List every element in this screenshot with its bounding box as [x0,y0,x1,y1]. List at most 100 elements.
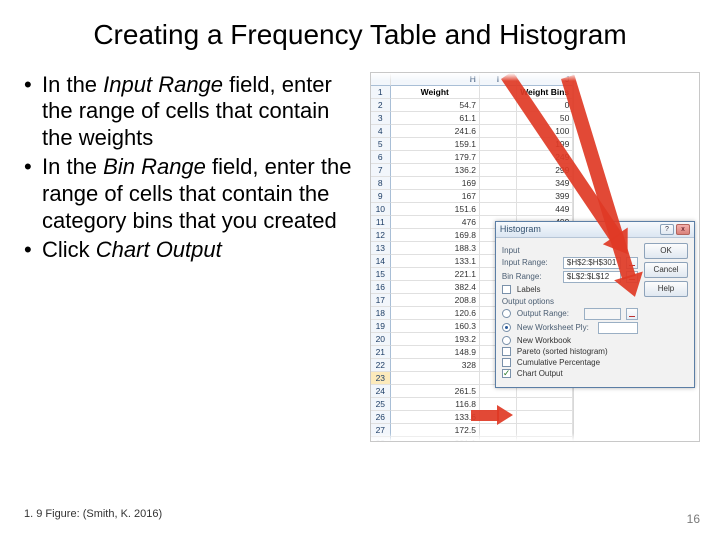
cell: 261.5 [391,385,480,398]
table-row: 7136.2299 [371,164,573,177]
cell: 148.9 [391,346,480,359]
cell [517,398,573,411]
row-header: 21 [371,346,391,359]
row-header: 19 [371,320,391,333]
cell: 349 [517,177,573,190]
row-header: 17 [371,294,391,307]
pareto-field: Pareto (sorted histogram) [502,347,638,356]
row-header: 25 [371,398,391,411]
cell: 399 [517,190,573,203]
cell: 241.6 [391,125,480,138]
row-header: 12 [371,229,391,242]
figure-caption: 1. 9 Figure: (Smith, K. 2016) [24,508,162,520]
cell: 54.7 [391,99,480,112]
cell: 133.6 [391,411,480,424]
dialog-titlebar: Histogram ? x [496,222,694,238]
cell [480,190,517,203]
histogram-dialog: Histogram ? x Input Input Range: $H$2:$H… [495,221,695,388]
cell: 382.4 [391,281,480,294]
range-picker-icon[interactable] [626,308,638,320]
bullet-item: In the Bin Range field, enter the range … [24,154,360,234]
content-row: In the Input Range field, enter the rang… [0,58,720,442]
table-row: 254.70 [371,99,573,112]
cancel-button[interactable]: Cancel [644,262,688,278]
row-header: 6 [371,151,391,164]
input-range-label: Input Range: [502,258,560,267]
row-header: 3 [371,112,391,125]
bullet-item: In the Input Range field, enter the rang… [24,72,360,152]
dialog-right-col: OK Cancel Help [644,243,688,380]
new-worksheet-textbox[interactable] [598,322,638,334]
cell [517,411,573,424]
bullet-text: In the [42,154,103,179]
figure-screenshot: H I J 1 Weight Weight Bins 254.70361.150… [370,72,700,442]
cell: 61.1 [391,112,480,125]
row-header: 23 [371,372,391,385]
table-row: 10151.6449 [371,203,573,216]
cell [480,177,517,190]
table-row: 9167399 [371,190,573,203]
row-header: 7 [371,164,391,177]
labels-label: Labels [517,285,541,294]
cell [480,203,517,216]
row-header: 2 [371,99,391,112]
cell: 449 [517,203,573,216]
cumulative-checkbox[interactable] [502,358,511,367]
bullet-list: In the Input Range field, enter the rang… [24,72,360,442]
cell: 160.3 [391,320,480,333]
cell [480,138,517,151]
chart-output-label: Chart Output [517,369,563,378]
output-range-field: Output Range: [502,308,638,320]
bullet-em: Input Range [103,72,223,97]
new-worksheet-label: New Worksheet Ply: [517,323,595,332]
cell [480,99,517,112]
cumulative-field: Cumulative Percentage [502,358,638,367]
cell: 169.8 [391,229,480,242]
cell: 133.1 [391,255,480,268]
cell: 193.2 [391,333,480,346]
cell: 120.6 [391,307,480,320]
row-header: 4 [371,125,391,138]
new-workbook-field: New Workbook [502,336,638,345]
cell: 208.8 [391,294,480,307]
close-icon[interactable]: x [676,224,690,235]
cell: 328 [391,359,480,372]
help-icon[interactable]: ? [660,224,674,235]
dialog-title: Histogram [500,224,541,234]
row-header: 22 [371,359,391,372]
cell: Weight [391,86,480,99]
new-worksheet-radio[interactable] [502,323,511,332]
labels-checkbox[interactable] [502,285,511,294]
cell: 221.1 [391,268,480,281]
arrow-annotation [471,405,513,425]
output-range-radio[interactable] [502,309,511,318]
cumulative-label: Cumulative Percentage [517,358,600,367]
pareto-label: Pareto (sorted histogram) [517,347,608,356]
cell [480,164,517,177]
help-button[interactable]: Help [644,281,688,297]
new-workbook-radio[interactable] [502,336,511,345]
cell [480,151,517,164]
pareto-checkbox[interactable] [502,347,511,356]
chart-output-checkbox[interactable] [502,369,511,378]
bin-range-textbox[interactable]: $L$2:$L$12 [563,271,621,283]
cell [480,125,517,138]
row-header: 16 [371,281,391,294]
bullet-item: Click Chart Output [24,237,360,264]
header-row: 1 Weight Weight Bins [371,86,573,99]
bin-range-label: Bin Range: [502,272,560,281]
dialog-body: Input Input Range: $H$2:$H$301 Bin Range… [496,238,694,387]
row-header: 18 [371,307,391,320]
row-header: 20 [371,333,391,346]
cell [480,112,517,125]
bullet-em: Chart Output [96,237,222,262]
cell: 159.1 [391,138,480,151]
ok-button[interactable]: OK [644,243,688,259]
group-output-label: Output options [502,297,638,306]
row-header: 13 [371,242,391,255]
chart-output-field: Chart Output [502,369,638,378]
output-range-textbox[interactable] [584,308,621,320]
row-header: 24 [371,385,391,398]
cell [391,372,480,385]
bullet-text: Click [42,237,96,262]
